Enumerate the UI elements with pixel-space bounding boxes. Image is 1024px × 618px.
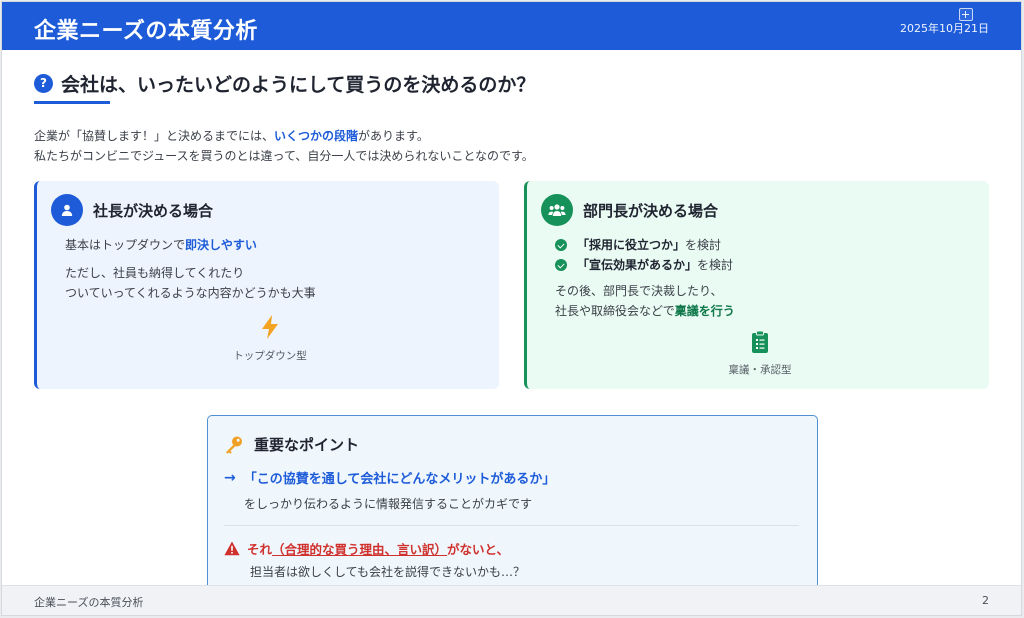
intro-text-part: があります。 — [358, 129, 429, 143]
president-line-3: ついていってくれるような内容かどうかも大事 — [65, 286, 316, 300]
president-card-title: 社長が決める場合 — [93, 201, 214, 220]
warning-row: それ（合理的な買う理由、言い訳）がないと、 — [224, 539, 509, 558]
arrow-right-icon: → — [224, 469, 236, 486]
warning-icon — [224, 541, 240, 556]
slide: 企業ニーズの本質分析 2025年10月21日 ? 会社は、いったいどのようにして… — [1, 1, 1022, 616]
president-card-body: 基本はトップダウンで即決しやすい ただし、社員も納得してくれたり ついていってく… — [65, 235, 316, 303]
ringi-highlight: 稟議を行う — [674, 304, 735, 318]
divider — [224, 525, 799, 526]
warning-underlined: （合理的な買う理由、言い訳） — [272, 542, 448, 557]
header-bar: 企業ニーズの本質分析 2025年10月21日 — [2, 2, 1021, 50]
question-heading: ? 会社は、いったいどのようにして買うのを決めるのか？ — [34, 70, 535, 97]
check-circle-icon — [555, 239, 567, 251]
heading-underline — [34, 101, 110, 104]
footer-title: 企業ニーズの本質分析 — [34, 596, 144, 609]
group-icon — [541, 194, 573, 226]
quick-decision-highlight: 即決しやすい — [185, 238, 257, 252]
check-item-bold: 「採用に役立つか」 — [577, 238, 686, 252]
lightning-icon — [262, 315, 278, 339]
merit-row: → 「この協賛を通して会社にどんなメリットがあるか」 — [224, 468, 556, 488]
check-circle-icon — [555, 259, 567, 271]
topdown-caption: トップダウン型 — [233, 350, 307, 362]
president-line-2: ただし、社員も納得してくれたり — [65, 266, 245, 280]
intro-highlight: いくつかの段階 — [274, 129, 359, 143]
clipboard-icon — [752, 330, 768, 353]
check-item-text: を検討 — [685, 238, 722, 252]
warning-text: それ（合理的な買う理由、言い訳）がないと、 — [247, 539, 509, 558]
manager-card-header: 部門長が決める場合 — [541, 194, 718, 226]
intro-line-2: 私たちがコンビニでジュースを買うのとは違って、自分一人では決められないことなので… — [34, 149, 534, 163]
president-card-header: 社長が決める場合 — [51, 194, 213, 226]
check-item-bold: 「宣伝効果があるか」 — [577, 258, 698, 272]
manager-card: 部門長が決める場合 「採用に役立つか」 を検討 「宣伝効果があるか」 を検討 その後… — [524, 181, 989, 389]
topdown-figure: トップダウン型 — [225, 314, 315, 363]
ringi-figure: 稟議・承認型 — [715, 330, 805, 377]
key-icon — [226, 436, 242, 454]
header-title: 企業ニーズの本質分析 — [34, 19, 258, 44]
merit-subtext: をしっかり伝わるように情報発信することがカギです — [244, 497, 533, 511]
text-part: 社長や取締役会などで — [555, 304, 675, 318]
merit-text: 「この協賛を通して会社にどんなメリットがあるか」 — [243, 472, 556, 487]
intro-line-1: 企業が「協賛します！」と決めるまでには、いくつかの段階があります。 — [34, 126, 534, 146]
check-item-text: を検討 — [697, 258, 734, 272]
manager-line-2: 社長や取締役会などで稟議を行う — [555, 301, 735, 321]
key-point-title: 重要なポイント — [254, 436, 360, 454]
warning-text-part: それ — [247, 542, 273, 557]
intro-text-part: 企業が「協賛します！」と決めるまでには、 — [34, 129, 275, 143]
manager-card-title: 部門長が決める場合 — [583, 201, 719, 220]
ringi-caption: 稟議・承認型 — [728, 364, 792, 376]
manager-card-body: 「採用に役立つか」 を検討 「宣伝効果があるか」 を検討 その後、部門長で決裁したり… — [555, 235, 735, 321]
president-line-1: 基本はトップダウンで即決しやすい — [65, 235, 316, 255]
text-part: 基本はトップダウンで — [65, 238, 186, 252]
president-card: 社長が決める場合 基本はトップダウンで即決しやすい ただし、社員も納得してくれた… — [34, 181, 499, 389]
key-point-header: 重要なポイント — [224, 434, 359, 455]
header-date: 2025年10月21日 — [900, 22, 989, 35]
person-icon — [51, 194, 83, 226]
question-title: 会社は、いったいどのようにして買うのを決めるのか？ — [61, 74, 536, 96]
footer-bar: 企業ニーズの本質分析 2 — [2, 585, 1021, 615]
intro-text: 企業が「協賛します！」と決めるまでには、いくつかの段階があります。 私たちがコン… — [34, 126, 534, 166]
check-item: 「宣伝効果があるか」 を検討 — [555, 255, 735, 275]
warning-subtext: 担当者は欲しくしても会社を説得できないかも…？ — [250, 565, 526, 579]
warning-text-part: がないと、 — [447, 542, 510, 557]
check-item: 「採用に役立つか」 を検討 — [555, 235, 735, 255]
page-number: 2 — [982, 594, 989, 607]
manager-line-1: その後、部門長で決裁したり、 — [555, 284, 723, 298]
question-circle-icon: ? — [34, 74, 53, 93]
